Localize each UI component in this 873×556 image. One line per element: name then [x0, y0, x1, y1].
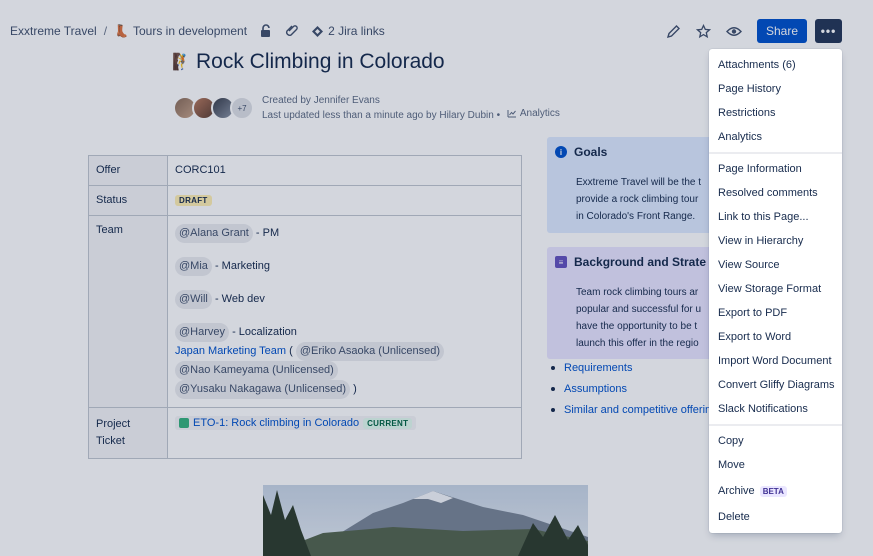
menu-item-copy[interactable]: Copy	[709, 429, 842, 453]
menu-divider	[709, 152, 842, 154]
menu-item-archive[interactable]: Archive BETA	[709, 477, 842, 505]
menu-item-export-pdf[interactable]: Export to PDF	[709, 301, 842, 325]
menu-item-import-word[interactable]: Import Word Document	[709, 349, 842, 373]
menu-item-convert-gliffy[interactable]: Convert Gliffy Diagrams	[709, 373, 842, 397]
menu-item-export-word[interactable]: Export to Word	[709, 325, 842, 349]
menu-item-delete[interactable]: Delete	[709, 505, 842, 529]
beta-badge: BETA	[759, 485, 787, 497]
menu-item-analytics[interactable]: Analytics	[709, 125, 842, 149]
page-canvas: Exxtreme Travel / 👢 Tours in development…	[0, 0, 873, 556]
menu-item-attachments[interactable]: Attachments (6)	[709, 53, 842, 77]
menu-item-view-in-hierarchy[interactable]: View in Hierarchy	[709, 229, 842, 253]
menu-item-restrictions[interactable]: Restrictions	[709, 101, 842, 125]
archive-label: Archive	[718, 485, 755, 497]
menu-item-link-to-page[interactable]: Link to this Page...	[709, 205, 842, 229]
menu-item-page-information[interactable]: Page Information	[709, 157, 842, 181]
menu-item-view-source[interactable]: View Source	[709, 253, 842, 277]
menu-item-page-history[interactable]: Page History	[709, 77, 842, 101]
more-actions-menu: Attachments (6) Page History Restriction…	[709, 49, 842, 533]
menu-item-slack-notifications[interactable]: Slack Notifications	[709, 397, 842, 421]
menu-item-move[interactable]: Move	[709, 453, 842, 477]
menu-divider	[709, 424, 842, 426]
menu-item-resolved-comments[interactable]: Resolved comments	[709, 181, 842, 205]
menu-item-view-storage-format[interactable]: View Storage Format	[709, 277, 842, 301]
